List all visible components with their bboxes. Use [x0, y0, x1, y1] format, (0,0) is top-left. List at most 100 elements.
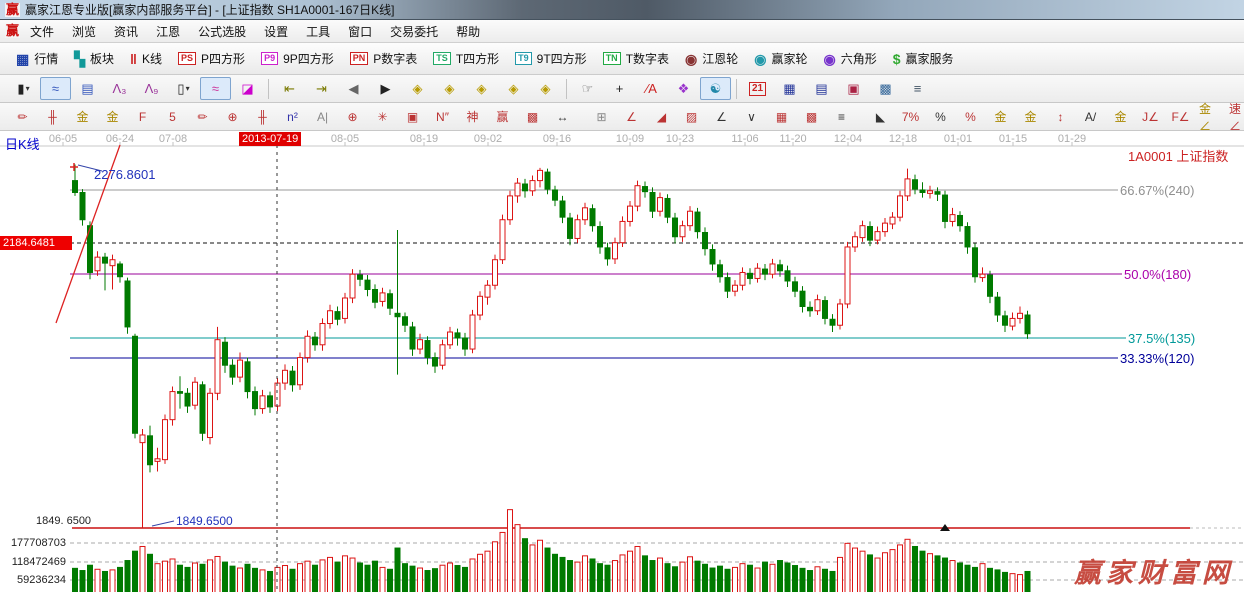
- box-fan-button[interactable]: ▨: [677, 106, 706, 128]
- slant-lines-button[interactable]: ≡: [827, 106, 856, 128]
- ray-fan-button[interactable]: ∠: [617, 106, 646, 128]
- toolbar-hexagon[interactable]: ◉六角形: [816, 46, 885, 71]
- h-span-button[interactable]: ↔: [548, 106, 577, 128]
- dense-grid-button[interactable]: ▦: [767, 106, 796, 128]
- n-square-button[interactable]: n²: [278, 106, 307, 128]
- notepad-button[interactable]: ▤: [806, 77, 837, 100]
- pillars-button[interactable]: N″: [428, 106, 457, 128]
- gann-wheel-label: 江恩轮: [702, 50, 738, 67]
- menu-帮助[interactable]: 帮助: [447, 20, 489, 43]
- square-plot-button[interactable]: ⊞: [587, 106, 616, 128]
- toolbar-p-number-table[interactable]: PNP数字表: [342, 46, 426, 71]
- menu-浏览[interactable]: 浏览: [63, 20, 105, 43]
- percent-button[interactable]: %: [926, 106, 955, 128]
- analysis-tool-button[interactable]: ☯: [700, 77, 731, 100]
- calendar-button[interactable]: 21: [742, 77, 773, 100]
- menu-文件[interactable]: 文件: [21, 20, 63, 43]
- star-rays-icon: ✳: [377, 110, 387, 124]
- seven-percent-button[interactable]: 7%: [896, 106, 925, 128]
- save-button[interactable]: ▣: [838, 77, 869, 100]
- calculator-button[interactable]: ▦: [774, 77, 805, 100]
- menu-app-icon: 赢: [5, 24, 20, 38]
- print-button[interactable]: ≡: [902, 77, 933, 100]
- wave-count-3-button[interactable]: Λ₃: [104, 77, 135, 100]
- gold-angle-button[interactable]: 金∠: [1196, 106, 1225, 128]
- grid-box-button[interactable]: ▩: [518, 106, 547, 128]
- zoom-out-x-button[interactable]: ◈: [466, 77, 497, 100]
- step-back-button[interactable]: ◀: [338, 77, 369, 100]
- zoom-in-x-button[interactable]: ◈: [498, 77, 529, 100]
- toolbar-t-square[interactable]: TST四方形: [425, 46, 507, 71]
- wave-lines-button[interactable]: ∨: [737, 106, 766, 128]
- last-bar-button[interactable]: ⇥: [306, 77, 337, 100]
- toolbar-gann-wheel[interactable]: ◉江恩轮: [677, 46, 746, 71]
- percent-red-button[interactable]: %: [956, 106, 985, 128]
- menu-公式选股[interactable]: 公式选股: [189, 20, 255, 43]
- toolbar-t-number-table[interactable]: TNT数字表: [595, 46, 677, 71]
- box-target-button[interactable]: ▣: [398, 106, 427, 128]
- chart-area: 日K线 1A0001 上证指数 2276.8601 2184.6481 1849…: [0, 131, 1244, 592]
- candle-tool-button[interactable]: ▯▾: [168, 77, 199, 100]
- shen-tool-button[interactable]: 神: [458, 106, 487, 128]
- angle-a-button[interactable]: A|: [308, 106, 337, 128]
- color-profile-button[interactable]: ◪: [232, 77, 263, 100]
- gold-grid-1-button[interactable]: 金: [68, 106, 97, 128]
- circle-cross-button[interactable]: ⊕: [338, 106, 367, 128]
- shift-right-button[interactable]: ◈: [434, 77, 465, 100]
- f-grid-button[interactable]: F: [128, 106, 157, 128]
- v-span-button[interactable]: ↕: [1046, 106, 1075, 128]
- menu-交易委托[interactable]: 交易委托: [381, 20, 447, 43]
- toolbar-winner-service[interactable]: $赢家服务: [885, 46, 962, 71]
- gold-grid-2-button[interactable]: 金: [98, 106, 127, 128]
- crosshair-tool-button[interactable]: +: [604, 77, 635, 100]
- toolbar-9p-square[interactable]: P99P四方形: [253, 46, 342, 71]
- a-slash-button[interactable]: A/: [1076, 106, 1105, 128]
- toolbar-kline[interactable]: ‖K线: [122, 46, 170, 71]
- gann-shape-tool-button[interactable]: ❖: [668, 77, 699, 100]
- price-rails-2-button[interactable]: ╫: [248, 106, 277, 128]
- winner-wheel-icon: ◉: [754, 52, 766, 66]
- toolbar-quotes[interactable]: ▦行情: [8, 46, 66, 71]
- hand-tool-button[interactable]: ☞: [572, 77, 603, 100]
- j-angle-button[interactable]: J∠: [1136, 106, 1165, 128]
- zigzag-overlay-button[interactable]: ≈: [40, 77, 71, 100]
- spiral-5-button[interactable]: 5: [158, 106, 187, 128]
- sectors-icon: ▚: [74, 52, 85, 66]
- wave-count-9-button[interactable]: Λ₉: [136, 77, 167, 100]
- gold-circle-button[interactable]: 金: [986, 106, 1015, 128]
- wave-lines-icon: ∨: [747, 110, 756, 124]
- menu-江恩[interactable]: 江恩: [147, 20, 189, 43]
- fractal-overlay-button[interactable]: ≈: [200, 77, 231, 100]
- menu-窗口[interactable]: 窗口: [339, 20, 381, 43]
- info-list-button[interactable]: ▤: [72, 77, 103, 100]
- toolbar-p-square[interactable]: PSP四方形: [170, 46, 253, 71]
- trendline-tool-button[interactable]: ∕A: [636, 77, 667, 100]
- dense-grid-2-button[interactable]: ▩: [797, 106, 826, 128]
- first-bar-button[interactable]: ⇤: [274, 77, 305, 100]
- menu-设置[interactable]: 设置: [255, 20, 297, 43]
- export-button[interactable]: ▩: [870, 77, 901, 100]
- price-rails-button[interactable]: ╫: [38, 106, 67, 128]
- star-rays-button[interactable]: ✳: [368, 106, 397, 128]
- shift-left-button[interactable]: ◈: [402, 77, 433, 100]
- menu-资讯[interactable]: 资讯: [105, 20, 147, 43]
- f-angle-button[interactable]: F∠: [1166, 106, 1195, 128]
- fit-all-button[interactable]: ◈: [530, 77, 561, 100]
- angle-lines-button[interactable]: ∠: [707, 106, 736, 128]
- step-forward-button[interactable]: ▶: [370, 77, 401, 100]
- corner-fan-button[interactable]: ◢: [647, 106, 676, 128]
- draw-pen-2-button[interactable]: ✏: [188, 106, 217, 128]
- gold-line-button[interactable]: 金: [1016, 106, 1045, 128]
- measure-block-button[interactable]: ◣: [866, 106, 895, 128]
- toolbar-sectors[interactable]: ▚板块: [66, 46, 122, 71]
- draw-pen-button[interactable]: ✏: [8, 106, 37, 128]
- candle-period-button[interactable]: ▮▾: [8, 77, 39, 100]
- su-angle-button[interactable]: 速∠: [1226, 106, 1244, 128]
- angle-lines-icon: ∠: [716, 110, 727, 124]
- toolbar-winner-wheel[interactable]: ◉赢家轮: [746, 46, 815, 71]
- gold-under-button[interactable]: 金: [1106, 106, 1135, 128]
- menu-工具[interactable]: 工具: [297, 20, 339, 43]
- time-wheel-button[interactable]: ⊕: [218, 106, 247, 128]
- toolbar-9t-square[interactable]: T99T四方形: [507, 46, 595, 71]
- ying-tool-button[interactable]: 赢: [488, 106, 517, 128]
